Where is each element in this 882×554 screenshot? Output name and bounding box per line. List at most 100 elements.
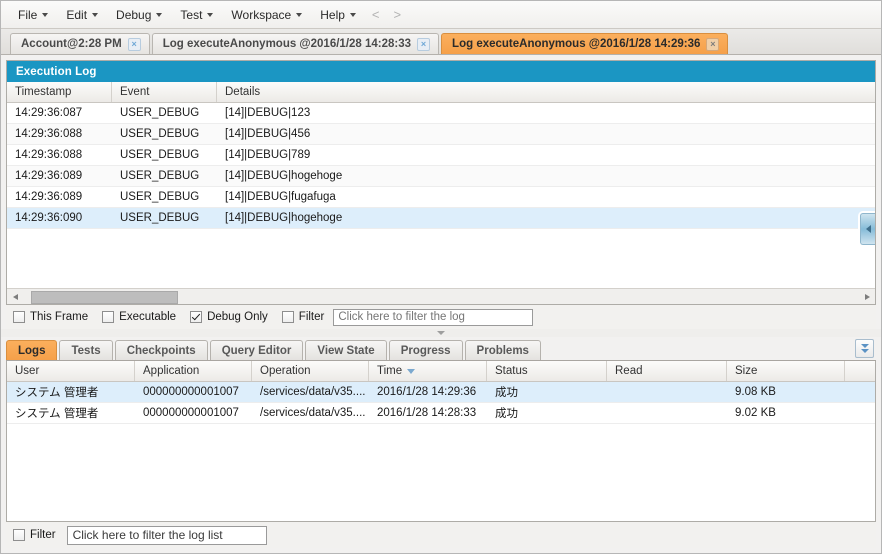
table-row[interactable]: 14:29:36:088 USER_DEBUG [14]|DEBUG|456 (7, 124, 875, 145)
log-list-filter-input[interactable] (66, 525, 267, 545)
table-row[interactable]: システム 管理者 000000000001007 /services/data/… (7, 403, 875, 424)
menu-help-label: Help (320, 7, 345, 22)
doc-tab-log-142936[interactable]: Log executeAnonymous @2016/1/28 14:29:36… (441, 33, 729, 54)
table-row[interactable]: 14:29:36:089 USER_DEBUG [14]|DEBUG|fugaf… (7, 187, 875, 208)
menu-test[interactable]: Test (171, 5, 222, 25)
log-filter-input[interactable] (333, 308, 534, 326)
checkbox-label: This Frame (30, 311, 89, 323)
cell-event: USER_DEBUG (120, 128, 200, 140)
cell-user: システム 管理者 (15, 408, 99, 420)
checkbox-box-icon[interactable] (281, 311, 294, 323)
table-row[interactable]: 14:29:36:089 USER_DEBUG [14]|DEBUG|hogeh… (7, 166, 875, 187)
developer-console-window: File Edit Debug Test Workspace Help < > … (0, 0, 882, 554)
table-row[interactable]: 14:29:36:088 USER_DEBUG [14]|DEBUG|789 (7, 145, 875, 166)
table-row[interactable]: システム 管理者 000000000001007 /services/data/… (7, 382, 875, 403)
column-header-operation[interactable]: Operation (252, 361, 369, 381)
scrollbar-track[interactable] (23, 289, 859, 304)
close-icon[interactable]: × (706, 37, 720, 51)
menu-bar: File Edit Debug Test Workspace Help < > (1, 1, 881, 29)
tab-progress[interactable]: Progress (388, 340, 463, 360)
table-row[interactable]: 14:29:36:090 USER_DEBUG [14]|DEBUG|hogeh… (7, 208, 875, 229)
bottom-tab-strip: Logs Tests Checkpoints Query Editor View… (6, 337, 876, 361)
expand-panel-button[interactable] (855, 339, 874, 358)
doc-tab-account[interactable]: Account@2:28 PM × (10, 33, 150, 54)
cell-time: 2016/1/28 14:29:36 (377, 386, 477, 398)
column-header-event[interactable]: Event (112, 82, 217, 102)
menu-workspace[interactable]: Workspace (222, 5, 311, 25)
execution-log-header-row: Timestamp Event Details (7, 82, 875, 103)
column-header-application[interactable]: Application (135, 361, 252, 381)
column-header-label: Size (735, 365, 758, 377)
tab-view-state[interactable]: View State (305, 340, 387, 360)
checkbox-executable[interactable]: Executable (97, 311, 181, 323)
tab-label: Problems (476, 344, 529, 357)
cell-timestamp: 14:29:36:088 (15, 128, 83, 140)
nav-prev-icon[interactable]: < (365, 5, 387, 24)
checkbox-label: Debug Only (207, 311, 268, 323)
column-header-size[interactable]: Size (727, 361, 845, 381)
cell-details: [14]|DEBUG|fugafuga (225, 191, 336, 203)
checkbox-box-icon[interactable] (102, 311, 115, 323)
collapse-panel-button[interactable] (860, 213, 875, 245)
checkbox-list-filter[interactable]: Filter (8, 529, 61, 541)
checkbox-this-frame[interactable]: This Frame (8, 311, 93, 323)
tab-problems[interactable]: Problems (464, 340, 541, 360)
menu-debug[interactable]: Debug (107, 5, 171, 25)
cell-details: [14]|DEBUG|123 (225, 107, 311, 119)
scrollbar-thumb[interactable] (31, 291, 178, 304)
menu-help[interactable]: Help (311, 5, 365, 25)
cell-operation: /services/data/v35.... (260, 407, 366, 419)
cell-application: 000000000001007 (143, 386, 239, 398)
scroll-left-button[interactable] (7, 289, 23, 304)
cell-timestamp: 14:29:36:087 (15, 107, 83, 119)
column-header-details[interactable]: Details (217, 82, 875, 102)
column-header-label: Time (377, 365, 403, 377)
column-header-label: Status (495, 365, 528, 377)
menu-edit[interactable]: Edit (57, 5, 107, 25)
execution-log-body: 14:29:36:087 USER_DEBUG [14]|DEBUG|123 1… (7, 103, 875, 288)
tab-query-editor[interactable]: Query Editor (209, 340, 304, 360)
nav-next-icon[interactable]: > (387, 5, 409, 24)
cell-operation: /services/data/v35.... (260, 386, 366, 398)
checkbox-debug-only[interactable]: Debug Only (185, 311, 273, 323)
menu-test-label: Test (180, 7, 203, 22)
checkbox-box-icon[interactable] (13, 529, 25, 541)
column-header-label: Application (143, 365, 200, 377)
column-header-label: User (15, 365, 40, 377)
cell-event: USER_DEBUG (120, 149, 200, 161)
column-header-read[interactable]: Read (607, 361, 727, 381)
column-header-timestamp[interactable]: Timestamp (7, 82, 112, 102)
tab-logs[interactable]: Logs (6, 340, 58, 360)
checkbox-label: Executable (119, 311, 177, 323)
menu-file[interactable]: File (9, 5, 57, 25)
chevron-left-icon (865, 225, 871, 233)
chevron-down-icon (42, 12, 49, 17)
chevron-down-icon (349, 12, 356, 17)
chevron-double-down-icon (860, 344, 869, 348)
close-icon[interactable]: × (127, 37, 141, 51)
column-header-label: Read (615, 365, 643, 377)
cell-status: 成功 (495, 387, 518, 399)
checkbox-filter[interactable]: Filter (277, 311, 330, 323)
cell-details: [14]|DEBUG|hogehoge (225, 170, 343, 182)
column-header-time[interactable]: Time (369, 361, 487, 381)
tab-tests[interactable]: Tests (59, 340, 113, 360)
panel-splitter[interactable] (1, 329, 881, 337)
column-header-spacer (845, 361, 875, 381)
horizontal-scrollbar[interactable] (7, 288, 875, 304)
checkbox-box-icon[interactable] (13, 311, 25, 323)
cell-details: [14]|DEBUG|hogehoge (225, 212, 343, 224)
tab-label: Tests (71, 344, 101, 357)
tab-checkpoints[interactable]: Checkpoints (114, 340, 208, 360)
checkbox-checked-icon[interactable] (190, 311, 203, 323)
tab-label: Logs (18, 344, 46, 357)
column-header-status[interactable]: Status (487, 361, 607, 381)
cell-event: USER_DEBUG (120, 191, 200, 203)
table-row[interactable]: 14:29:36:087 USER_DEBUG [14]|DEBUG|123 (7, 103, 875, 124)
scroll-right-button[interactable] (859, 289, 875, 304)
column-header-user[interactable]: User (7, 361, 135, 381)
document-tab-strip: Account@2:28 PM × Log executeAnonymous @… (1, 29, 881, 55)
close-icon[interactable]: × (417, 37, 431, 51)
tab-label: View State (317, 344, 375, 357)
doc-tab-log-142833[interactable]: Log executeAnonymous @2016/1/28 14:28:33… (151, 33, 440, 54)
